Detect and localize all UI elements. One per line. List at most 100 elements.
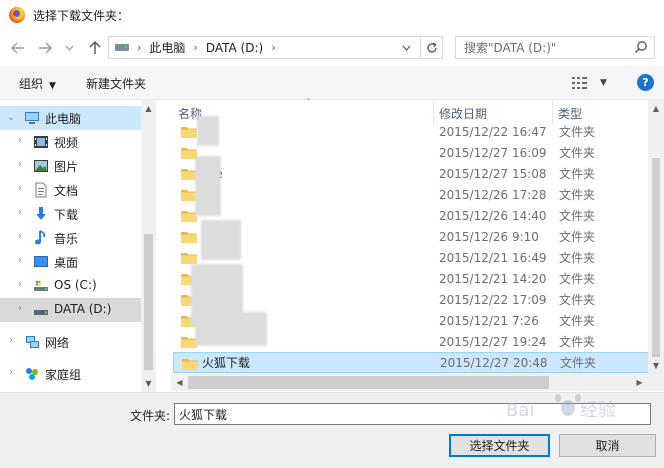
title-bar: 选择下载文件夹： <box>0 0 664 30</box>
scrollbar-thumb[interactable] <box>652 158 660 357</box>
search-box[interactable] <box>455 36 655 59</box>
table-row[interactable]: che2015/12/27 15:08文件夹 <box>173 163 651 184</box>
table-row[interactable]: 2015/12/26 14:40 文件夹 <box>173 205 651 226</box>
file-type: 文件夹 <box>559 335 596 349</box>
network-icon <box>26 336 39 348</box>
recent-locations-chevron-icon[interactable] <box>62 39 76 57</box>
chevron-right-icon[interactable]: › <box>15 255 25 266</box>
chevron-right-icon[interactable]: › <box>15 183 25 194</box>
window-title: 选择下载文件夹： <box>33 8 130 23</box>
drive-icon <box>115 44 129 51</box>
back-arrow-icon[interactable] <box>9 39 27 57</box>
command-bar: 组织 ▼ 新建文件夹 ▼ ? <box>0 66 664 100</box>
refresh-icon[interactable] <box>420 37 442 58</box>
tree-item-videos[interactable]: › 视频 <box>0 130 141 154</box>
breadcrumb-data-drive[interactable]: DATA (D:) <box>206 41 263 55</box>
svg-text:Bai: Bai <box>506 400 534 421</box>
tree-item-drive-c[interactable]: › OS (C:) <box>0 274 141 298</box>
details-view-icon <box>572 77 587 89</box>
file-date: 2015/12/21 7:26 <box>439 313 539 328</box>
table-row[interactable]: 2015/12/21 16:49 文件夹 <box>173 247 651 268</box>
file-type: 文件夹 <box>559 125 596 139</box>
navigation-pane: ⌄ 此电脑 › 视频 › 图片 › 文档 › 下载 › 音乐 › 桌面 › OS… <box>0 100 156 392</box>
tree-item-downloads[interactable]: › 下载 <box>0 202 141 226</box>
select-folder-button[interactable]: 选择文件夹 <box>449 434 550 457</box>
folder-field-label: 文件夹: <box>130 409 171 423</box>
file-date: 2015/12/27 16:09 <box>439 145 547 160</box>
tree-item-label: 视频 <box>54 136 79 150</box>
tree-item-label: OS (C:) <box>54 278 97 292</box>
change-view-button[interactable]: ▼ <box>572 74 608 92</box>
chevron-right-icon[interactable]: › <box>193 41 197 54</box>
chevron-right-icon[interactable]: › <box>15 207 25 218</box>
table-row[interactable]: 2015/12/22 16:47 文件夹 <box>173 121 651 142</box>
chevron-right-icon[interactable]: › <box>15 279 25 290</box>
forward-arrow-icon[interactable] <box>36 39 54 57</box>
folder-icon <box>181 253 197 264</box>
search-input[interactable] <box>464 40 634 55</box>
tree-item-label: 图片 <box>54 160 79 174</box>
privacy-blur <box>197 116 219 146</box>
folder-icon <box>182 359 198 370</box>
tree-item-homegroup[interactable]: › 家庭组 <box>0 362 141 386</box>
file-type: 文件夹 <box>560 356 597 370</box>
chevron-right-icon[interactable]: › <box>15 231 25 242</box>
breadcrumb-this-pc[interactable]: 此电脑 <box>149 39 185 56</box>
chevron-right-icon[interactable]: › <box>6 335 16 346</box>
table-row[interactable]: hu2015/12/26 17:28文件夹 <box>173 184 651 205</box>
tree-item-drive-d[interactable]: › DATA (D:) <box>0 298 141 322</box>
nav-pane-scrollbar[interactable]: ▲ ▼ <box>141 100 156 392</box>
scroll-up-icon[interactable]: ▲ <box>141 100 156 117</box>
file-type: 文件夹 <box>559 188 596 202</box>
tree-item-pictures[interactable]: › 图片 <box>0 154 141 178</box>
caret-down-icon: ▼ <box>600 78 607 88</box>
tree-item-label: 文档 <box>54 184 79 198</box>
scroll-left-icon[interactable]: ◀ <box>171 374 188 391</box>
file-type: 文件夹 <box>559 167 596 181</box>
table-row[interactable]: 火狐下载 2015/12/27 20:48 文件夹 <box>173 352 651 373</box>
scroll-down-icon[interactable]: ▼ <box>141 375 156 392</box>
file-date: 2015/12/22 16:47 <box>439 124 547 139</box>
chevron-right-icon[interactable]: › <box>15 135 25 146</box>
cancel-button[interactable]: 取消 <box>559 434 656 457</box>
caret-down-icon: ▼ <box>49 81 56 91</box>
help-icon[interactable]: ? <box>637 74 654 91</box>
file-date: 2015/12/26 14:40 <box>439 208 547 223</box>
organize-menu-button[interactable]: 组织 ▼ <box>19 75 56 92</box>
file-date: 2015/12/22 17:09 <box>439 292 547 307</box>
svg-text:经验: 经验 <box>580 400 616 421</box>
scroll-up-icon[interactable]: ▲ <box>648 100 664 117</box>
privacy-blur <box>201 220 241 260</box>
privacy-blur <box>195 156 221 216</box>
up-arrow-icon[interactable] <box>86 39 104 57</box>
tree-item-network[interactable]: › 网络 <box>0 330 141 354</box>
scrollbar-thumb[interactable] <box>144 234 153 370</box>
new-folder-button[interactable]: 新建文件夹 <box>86 75 146 92</box>
chevron-right-icon[interactable]: › <box>137 41 141 54</box>
file-type: 文件夹 <box>559 272 596 286</box>
tree-item-desktop[interactable]: › 桌面 <box>0 250 141 274</box>
chevron-down-icon[interactable]: ⌄ <box>6 112 16 123</box>
folder-icon <box>181 127 197 138</box>
scroll-down-icon[interactable]: ▼ <box>648 357 664 374</box>
address-dropdown-icon[interactable] <box>398 37 414 58</box>
file-list-scrollbar[interactable]: ▲ ▼ <box>648 100 664 374</box>
tree-item-documents[interactable]: › 文档 <box>0 178 141 202</box>
file-list: ⌃ 名称 修改日期 类型 2015/12/22 16:47 文件夹 2015/12/… <box>171 97 664 392</box>
chevron-right-icon[interactable]: › <box>15 303 25 314</box>
table-row[interactable]: 2015/12/22 17:09 文件夹 <box>173 289 651 310</box>
file-type: 文件夹 <box>559 251 596 265</box>
sort-caret-icon: ⌃ <box>305 97 312 106</box>
chevron-right-icon[interactable]: › <box>271 41 275 54</box>
table-row[interactable]: 2015/12/27 16:09 文件夹 <box>173 142 651 163</box>
table-row[interactable]: iles2015/12/21 14:20文件夹 <box>173 268 651 289</box>
tree-item-music[interactable]: › 音乐 <box>0 226 141 250</box>
chevron-right-icon[interactable]: › <box>6 367 16 378</box>
address-bar[interactable]: › 此电脑 › DATA (D:) › <box>108 36 443 59</box>
table-row[interactable]: 2015/12/26 9:10 文件夹 <box>173 226 651 247</box>
chevron-right-icon[interactable]: › <box>15 159 25 170</box>
search-icon[interactable] <box>634 40 648 54</box>
tree-item-this-pc[interactable]: ⌄ 此电脑 <box>0 106 141 130</box>
scrollbar-thumb[interactable] <box>188 376 549 389</box>
file-date: 2015/12/26 17:28 <box>439 187 547 202</box>
